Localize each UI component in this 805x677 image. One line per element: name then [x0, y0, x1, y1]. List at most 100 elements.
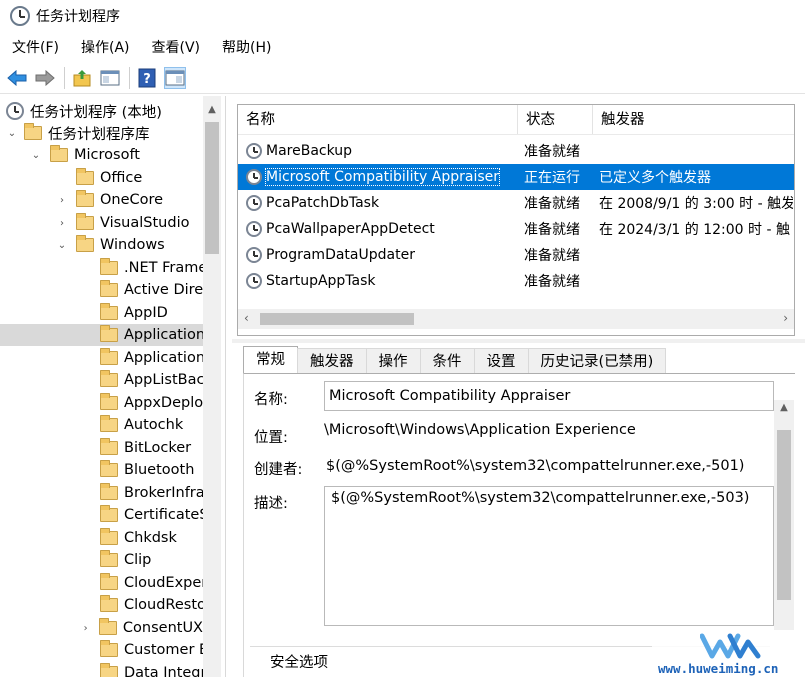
column-header-status[interactable]: 状态 [518, 105, 593, 134]
folder-icon [100, 550, 118, 567]
task-row[interactable]: PcaWallpaperAppDetect 准备就绪 在 2024/3/1 的 … [238, 216, 794, 242]
folder-icon [100, 573, 118, 590]
scroll-up-arrow-icon[interactable]: ▲ [774, 402, 794, 413]
clock-icon [6, 102, 24, 120]
task-name-field[interactable]: Microsoft Compatibility Appraiser [324, 381, 774, 411]
tree-node-applistbackup[interactable]: AppListBac [0, 369, 203, 391]
tree-node-visualstudio[interactable]: › VisualStudio [0, 212, 203, 234]
task-row[interactable]: StartupAppTask 准备就绪 [238, 268, 794, 294]
tree-node-cloudexperiencehost[interactable]: CloudExper [0, 572, 203, 594]
chevron-right-icon[interactable]: › [56, 218, 68, 229]
chevron-down-icon[interactable]: ⌄ [30, 150, 42, 161]
tree-node-dotnet-framework[interactable]: .NET Frame [0, 257, 203, 279]
task-row[interactable]: MareBackup 准备就绪 [238, 138, 794, 164]
tree-node-application-data[interactable]: Application [0, 347, 203, 369]
tree-node-label: Bluetooth [124, 462, 195, 478]
name-label: 名称: [254, 392, 288, 408]
tab-general[interactable]: 常规 [243, 346, 298, 374]
help-icon[interactable]: ? [136, 67, 158, 89]
tree-node-library[interactable]: ⌄ 任务计划程序库 [0, 122, 203, 144]
tab-conditions[interactable]: 条件 [419, 348, 475, 374]
tree-node-active-directory[interactable]: Active Dire [0, 279, 203, 301]
tree-node-label: Application [124, 327, 203, 343]
tree-node-office[interactable]: Office [0, 167, 203, 189]
description-field[interactable]: $(@%SystemRoot%\system32\compattelrunner… [324, 486, 774, 626]
tree-node-bluetooth[interactable]: Bluetooth [0, 459, 203, 481]
folder-icon [98, 618, 117, 635]
menu-help[interactable]: 帮助(H) [210, 36, 281, 60]
tree-node-label: VisualStudio [100, 215, 190, 231]
tree-node-label: AppID [124, 305, 168, 321]
toolbar-separator [129, 67, 130, 89]
tree-node-microsoft[interactable]: ⌄ Microsoft [0, 144, 203, 166]
tree-node-label: Autochk [124, 417, 184, 433]
tree-node-chkdsk[interactable]: Chkdsk [0, 527, 203, 549]
task-name: StartupAppTask [266, 273, 376, 289]
folder-icon [100, 460, 118, 477]
folder-icon [100, 438, 118, 455]
tree-node-label: AppListBac [124, 372, 203, 388]
chevron-down-icon[interactable]: ⌄ [56, 240, 68, 251]
scroll-right-arrow-icon[interactable]: › [783, 311, 788, 325]
back-arrow-icon[interactable] [6, 67, 28, 89]
task-clock-icon [246, 221, 262, 237]
tab-actions[interactable]: 操作 [365, 348, 421, 374]
tree-node-data-integrity[interactable]: Data Integr [0, 662, 203, 677]
folder-icon [100, 483, 118, 500]
pane-splitter[interactable] [232, 339, 805, 343]
scroll-up-arrow-icon[interactable]: ▲ [203, 104, 221, 115]
chevron-right-icon[interactable]: › [56, 195, 68, 206]
author-value: $(@%SystemRoot%\system32\compattelrunner… [326, 458, 745, 474]
forward-arrow-icon[interactable] [34, 67, 56, 89]
tree-node-brokerinfrastructure[interactable]: BrokerInfra [0, 482, 203, 504]
show-hide-action-pane-icon[interactable] [164, 67, 186, 89]
folder-icon [100, 325, 118, 342]
tree-node-bitlocker[interactable]: BitLocker [0, 437, 203, 459]
task-name: Microsoft Compatibility Appraiser [264, 168, 501, 186]
tree-node-windows[interactable]: ⌄ Windows [0, 234, 203, 256]
tree-vertical-scrollbar[interactable]: ▲ [203, 96, 221, 677]
tree-node-label: Windows [100, 237, 165, 253]
menu-file[interactable]: 文件(F) [0, 36, 69, 60]
scroll-left-arrow-icon[interactable]: ‹ [244, 311, 249, 325]
folder-icon [100, 505, 118, 522]
tree-node-autochk[interactable]: Autochk [0, 414, 203, 436]
menu-action[interactable]: 操作(A) [69, 36, 140, 60]
chevron-down-icon[interactable]: ⌄ [6, 128, 18, 139]
folder-icon [50, 145, 68, 162]
tree-node-certificateservices[interactable]: CertificateS [0, 504, 203, 526]
tree-node-application-experience[interactable]: Application [0, 324, 203, 346]
scrollbar-thumb[interactable] [260, 313, 414, 325]
tree-node-appid[interactable]: AppID [0, 302, 203, 324]
folder-icon [76, 168, 94, 185]
column-header-trigger[interactable]: 触发器 [593, 105, 794, 134]
tree-node-onecore[interactable]: › OneCore [0, 189, 203, 211]
scrollbar-thumb[interactable] [205, 122, 219, 254]
tree-node-consentux[interactable]: › ConsentUX [0, 617, 203, 639]
tab-triggers[interactable]: 触发器 [297, 348, 367, 374]
tab-settings[interactable]: 设置 [473, 348, 529, 374]
tree-node-clip[interactable]: Clip [0, 549, 203, 571]
tab-history[interactable]: 历史记录(已禁用) [527, 348, 667, 374]
properties-vertical-scrollbar[interactable]: ▲ [774, 400, 794, 630]
tree-node-label: Data Integr [124, 665, 203, 677]
task-properties-panel: 常规 触发器 操作 条件 设置 历史记录(已禁用) 名称: Microsoft … [237, 346, 795, 677]
column-header-name[interactable]: 名称 [238, 105, 518, 134]
chevron-right-icon[interactable]: › [80, 623, 91, 634]
menu-view[interactable]: 查看(V) [140, 36, 211, 60]
tree-node-root[interactable]: 任务计划程序 (本地) [0, 100, 203, 122]
task-list-horizontal-scrollbar[interactable]: ‹ › [238, 309, 794, 329]
watermark-text: www.huweiming.cn [658, 661, 779, 676]
task-trigger: 在 2008/9/1 的 3:00 时 - 触发 [599, 196, 793, 212]
task-row-selected[interactable]: Microsoft Compatibility Appraiser 正在运行 已… [238, 164, 794, 190]
tree-node-customer-experience[interactable]: Customer E [0, 639, 203, 661]
window-title: 任务计划程序 [36, 9, 120, 25]
tree-node-appxdeployment[interactable]: AppxDeplo [0, 392, 203, 414]
tree-node-cloudrestore[interactable]: CloudResto [0, 594, 203, 616]
scrollbar-thumb[interactable] [777, 430, 791, 600]
toolbar-separator [64, 67, 65, 89]
task-row[interactable]: ProgramDataUpdater 准备就绪 [238, 242, 794, 268]
up-folder-icon[interactable] [71, 67, 93, 89]
task-row[interactable]: PcaPatchDbTask 准备就绪 在 2008/9/1 的 3:00 时 … [238, 190, 794, 216]
show-hide-tree-icon[interactable] [99, 67, 121, 89]
